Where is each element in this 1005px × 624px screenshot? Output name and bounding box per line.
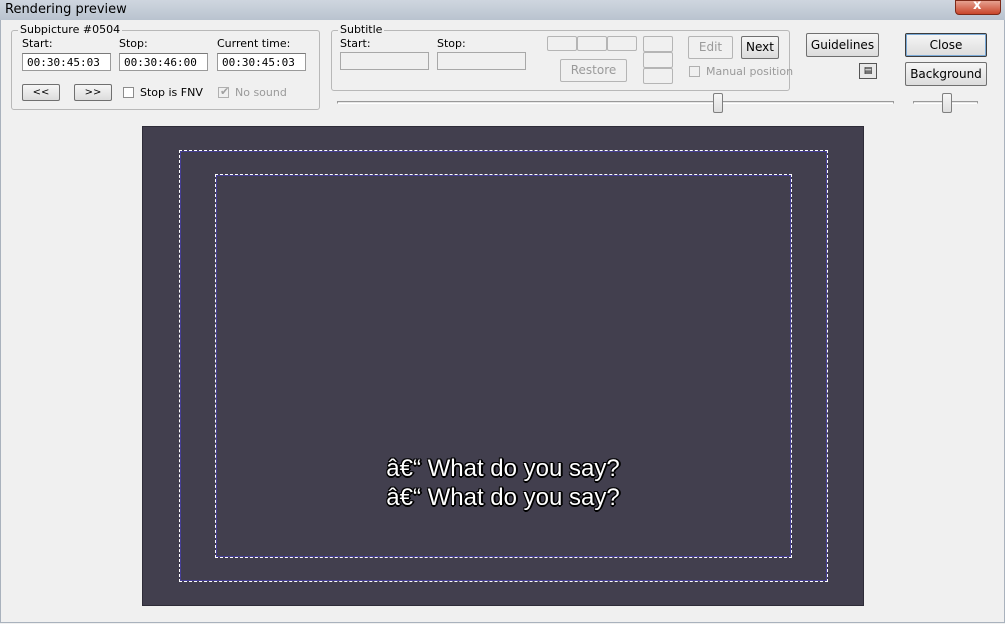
window-close-button[interactable]: x [955, 0, 1001, 15]
sp-start-field[interactable]: 00:30:45:03 [22, 53, 111, 71]
sp-current-field[interactable]: 00:30:45:03 [217, 53, 306, 71]
st-stop-field[interactable] [437, 52, 526, 70]
title-bar: Rendering preview x [0, 0, 1005, 20]
align-top-button[interactable] [643, 36, 673, 52]
no-sound-label: No sound [235, 86, 287, 99]
manual-position-label: Manual position [706, 65, 794, 78]
sp-start-label: Start: [22, 37, 53, 50]
next-subpicture-button[interactable]: >> [74, 84, 112, 101]
manual-position-checkbox[interactable] [689, 66, 700, 77]
st-start-label: Start: [340, 37, 371, 50]
stop-fnv-label: Stop is FNV [140, 86, 203, 99]
prev-subpicture-button[interactable]: << [22, 84, 60, 101]
subtitle-legend: Subtitle [340, 23, 383, 36]
restore-button[interactable]: Restore [560, 59, 627, 82]
st-start-field[interactable] [340, 52, 429, 70]
subtitle-line-1: â€“ What do you say? [386, 455, 620, 482]
subpicture-legend: Subpicture #0504 [20, 23, 121, 36]
close-icon: x [973, 0, 982, 13]
time-slider-thumb[interactable] [713, 93, 723, 113]
check-icon: ✔ [220, 85, 230, 98]
sp-current-label: Current time: [217, 37, 291, 50]
time-slider-track[interactable] [337, 101, 894, 104]
st-stop-label: Stop: [437, 37, 466, 50]
no-sound-checkbox[interactable]: ✔ [218, 85, 230, 98]
sp-stop-field[interactable]: 00:30:46:00 [119, 53, 208, 71]
subtitle-line-2: â€“ What do you say? [386, 484, 620, 511]
align-bottom-button[interactable] [643, 68, 673, 84]
edit-button[interactable]: Edit [688, 36, 733, 59]
align-right-button[interactable] [607, 36, 637, 51]
window-title: Rendering preview [5, 2, 127, 17]
align-middle-button[interactable] [643, 52, 673, 68]
next-button[interactable]: Next [741, 36, 779, 59]
close-button[interactable]: Close [905, 33, 987, 57]
background-button[interactable]: Background [905, 62, 987, 86]
align-center-button[interactable] [577, 36, 607, 51]
guidelines-button[interactable]: Guidelines [806, 33, 879, 57]
align-left-button[interactable] [547, 36, 577, 51]
subtitle-preview-canvas: â€“ What do you say? â€“ What do you say… [142, 126, 864, 606]
stop-fnv-checkbox[interactable] [123, 87, 134, 98]
copy-icon[interactable]: ▤ [859, 63, 877, 79]
sp-stop-label: Stop: [119, 37, 148, 50]
zoom-slider-thumb[interactable] [942, 93, 952, 113]
